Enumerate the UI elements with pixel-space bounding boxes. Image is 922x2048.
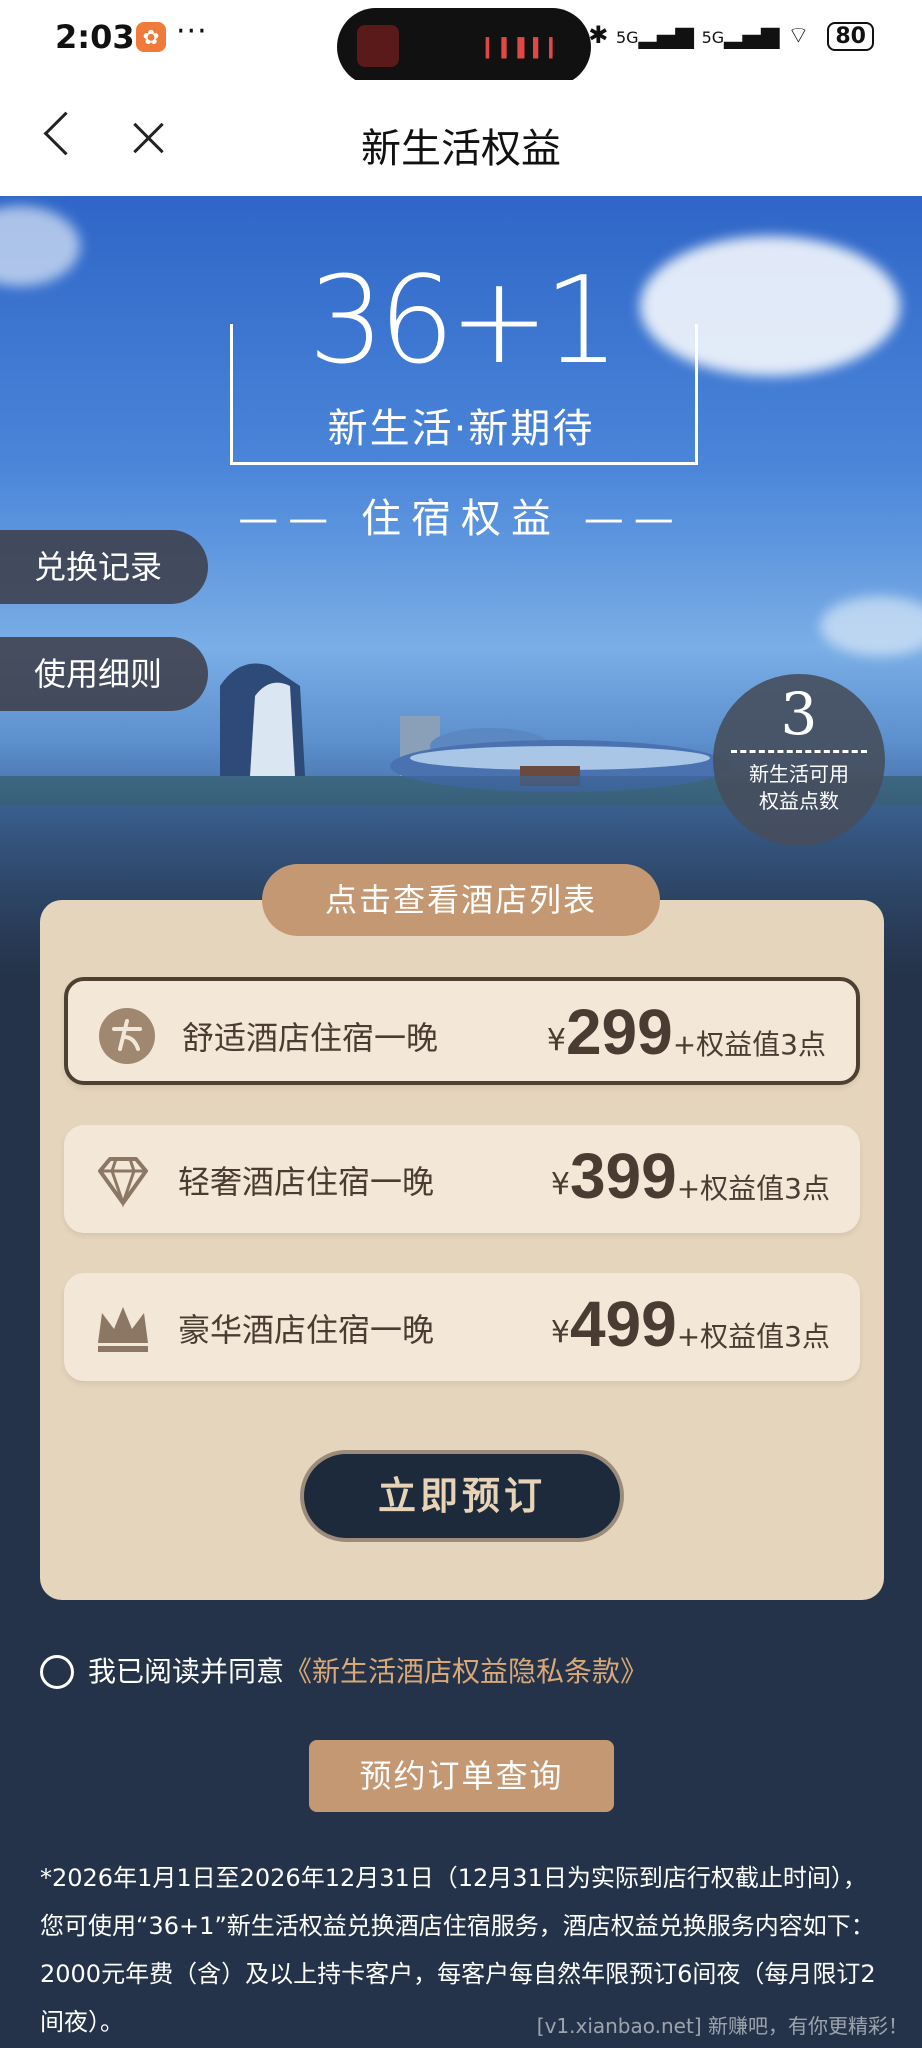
price-amount: 299	[565, 996, 673, 1068]
signal-5g-icon-1: 5G	[615, 28, 639, 47]
bluetooth-icon: ✱	[588, 21, 609, 49]
points-cost: +权益值3点	[676, 1320, 830, 1353]
view-hotel-list-button[interactable]: 点击查看酒店列表	[262, 864, 660, 936]
points-badge: 3 新生活可用 权益点数	[713, 674, 885, 846]
points-divider	[731, 750, 867, 753]
diamond-icon	[98, 1157, 148, 1208]
option-price: ¥399+权益值3点	[551, 1139, 830, 1213]
status-time: 2:03	[55, 18, 135, 56]
logo-slogan: 新生活·新期待	[327, 406, 595, 452]
nav-bar: 新生活权益	[0, 80, 922, 196]
points-value: 3	[780, 680, 818, 748]
agreement-radio[interactable]	[40, 1655, 74, 1689]
agreement-row: 我已阅读并同意《新生活酒店权益隐私条款》	[40, 1650, 648, 1690]
comfort-hotel-icon	[99, 1008, 155, 1064]
option-label: 豪华酒店住宿一晚	[178, 1311, 435, 1349]
book-now-button[interactable]: 立即预订	[300, 1450, 624, 1542]
status-bar: 2:03 ✿ ··· ▎▍▌▍▎ ✱ 5G▂▄▆ 5G▂▄▆ ⌔ 80	[0, 0, 922, 86]
wifi-icon: ⌔	[787, 21, 810, 49]
audio-wave-icon: ▎▍▌▍▎	[485, 38, 565, 59]
points-cost: +权益值3点	[672, 1028, 826, 1061]
option-luxury-hotel[interactable]: 豪华酒店住宿一晚 ¥499+权益值3点	[64, 1273, 860, 1381]
app-notification-icon: ✿	[136, 22, 166, 52]
option-label: 轻奢酒店住宿一晚	[178, 1163, 435, 1201]
points-label-line2: 权益点数	[759, 789, 839, 813]
battery-icon: 80	[827, 22, 874, 51]
points-cost: +权益值3点	[676, 1172, 830, 1205]
exchange-record-button[interactable]: 兑换记录	[0, 530, 208, 604]
crown-icon	[98, 1307, 148, 1352]
dynamic-island[interactable]: ▎▍▌▍▎	[337, 8, 591, 86]
points-label-line1: 新生活可用	[749, 762, 849, 786]
option-label: 舒适酒店住宿一晚	[182, 1019, 439, 1057]
watermark: [v1.xianbao.net] 新赚吧，有你更精彩！	[536, 2014, 908, 2038]
currency-symbol: ¥	[546, 1023, 566, 1058]
points-label: 新生活可用 权益点数	[713, 761, 885, 815]
logo-number: 36+1	[308, 252, 620, 391]
signal-5g-icon-2: 5G	[701, 28, 725, 47]
option-comfort-hotel[interactable]: 舒适酒店住宿一晚 ¥299+权益值3点	[64, 977, 860, 1085]
media-thumbnail-icon	[357, 25, 399, 67]
option-price: ¥499+权益值3点	[551, 1287, 830, 1361]
signal-bars-icon-1: ▂▄▆	[638, 21, 694, 49]
page-title: 新生活权益	[361, 126, 561, 172]
currency-symbol: ¥	[550, 1167, 570, 1202]
more-notifications-icon: ···	[176, 14, 208, 49]
option-price: ¥299+权益值3点	[547, 995, 826, 1069]
price-amount: 499	[569, 1288, 677, 1360]
privacy-terms-link[interactable]: 《新生活酒店权益隐私条款》	[284, 1655, 648, 1688]
agreement-text: 我已阅读并同意	[88, 1655, 285, 1688]
order-query-button[interactable]: 预约订单查询	[309, 1740, 614, 1812]
currency-symbol: ¥	[550, 1315, 570, 1350]
price-amount: 399	[569, 1140, 677, 1212]
signal-bars-icon-2: ▂▄▆	[724, 21, 780, 49]
option-light-luxury-hotel[interactable]: 轻奢酒店住宿一晚 ¥399+权益值3点	[64, 1125, 860, 1233]
status-icons: ✱ 5G▂▄▆ 5G▂▄▆ ⌔ 80	[588, 20, 874, 51]
usage-rules-button[interactable]: 使用细则	[0, 637, 208, 711]
